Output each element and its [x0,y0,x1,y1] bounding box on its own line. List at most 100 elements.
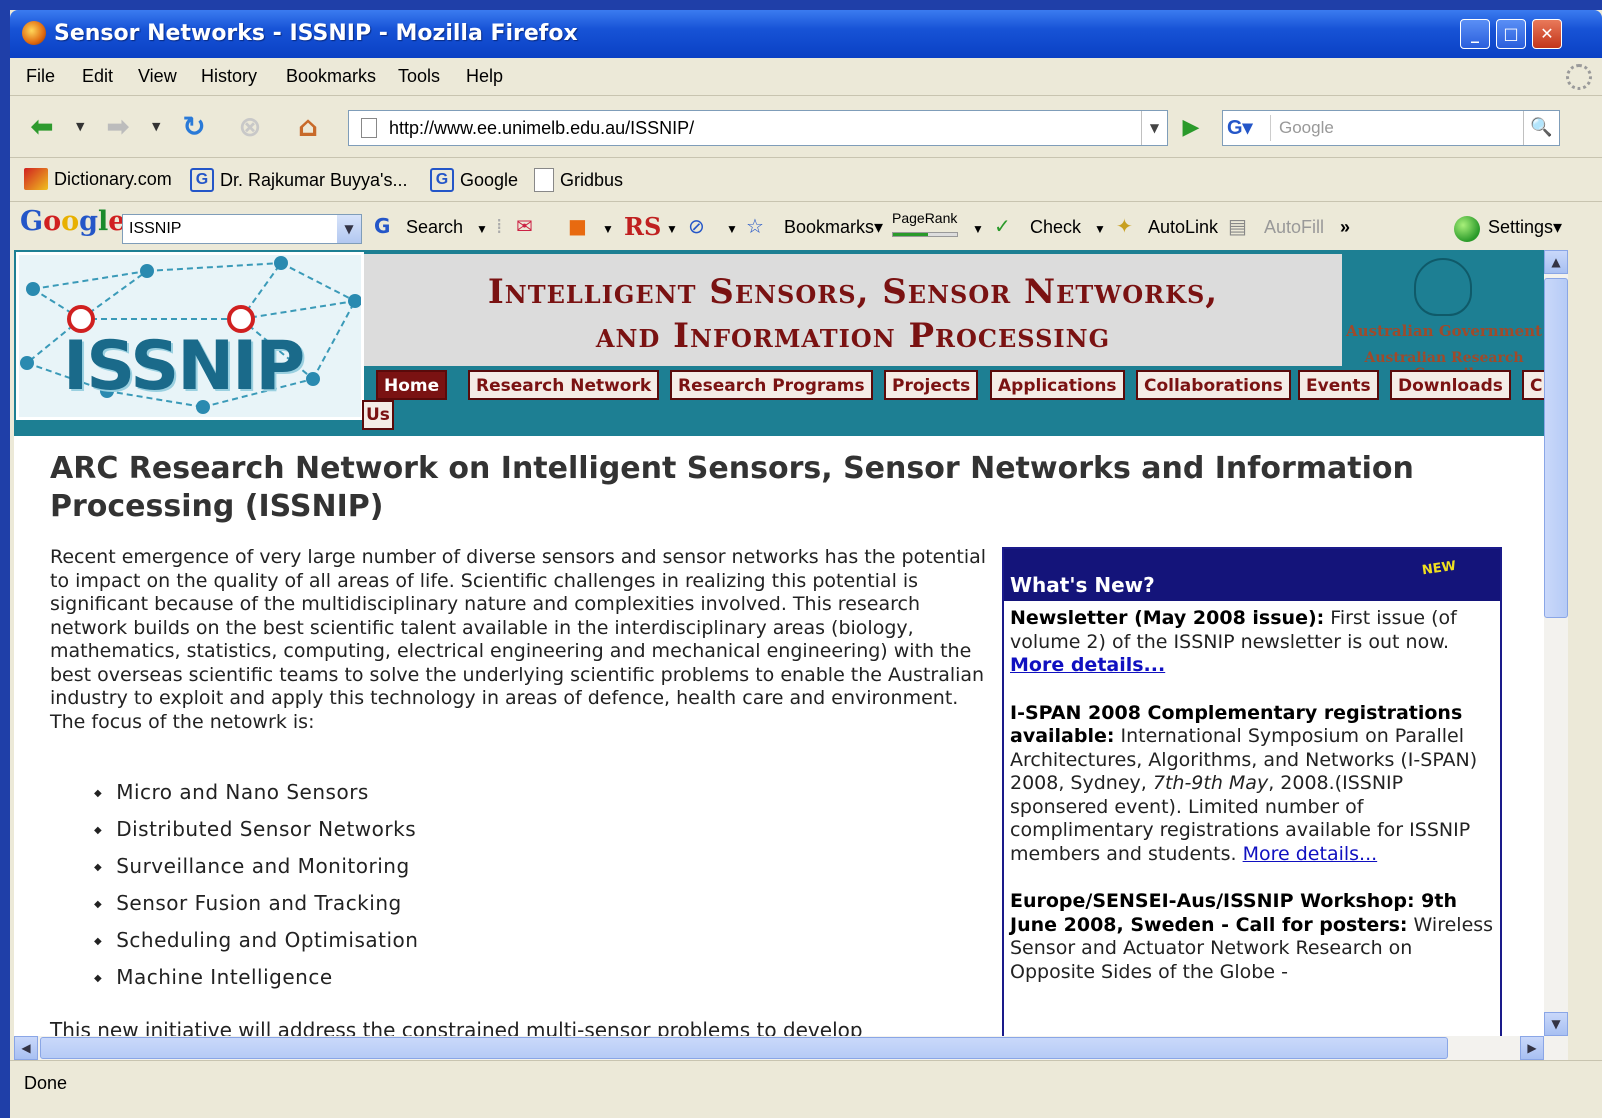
nav-applications[interactable]: Applications [990,370,1125,400]
rs-button[interactable]: RS [624,212,661,241]
issnip-logo[interactable]: ISSNIP [16,252,364,420]
link-icon[interactable]: ⊘ [688,214,705,238]
nav-projects[interactable]: Projects [884,370,979,400]
search-engine-selector-icon[interactable]: G▾ [1227,115,1271,141]
star-icon[interactable]: ☆ [746,214,764,238]
stop-icon[interactable]: ⊗ [230,107,270,147]
back-arrow-icon[interactable]: ⬅ [22,107,62,147]
news-item: Europe/SENSEI-Aus/ISSNIP Workshop: 9th J… [1010,890,1494,984]
news-item-heading: Newsletter (May 2008 issue): [1010,607,1325,629]
focus-list: Micro and Nano Sensors Distributed Senso… [94,780,794,1002]
go-button-icon[interactable]: ▶ [1176,112,1206,144]
whats-new-panel: What's New? NEW Newsletter (May 2008 iss… [1002,547,1502,1036]
bookmark-gridbus[interactable]: Gridbus [534,168,623,192]
more-details-link[interactable]: More details... [1243,843,1378,865]
menu-view[interactable]: View [138,66,177,87]
back-history-dropdown[interactable]: ▼ [76,120,84,133]
settings-button[interactable]: Settings▾ [1488,217,1562,238]
check-button[interactable]: Check [1030,217,1081,238]
toolbar-overflow-button[interactable]: » [1340,217,1350,238]
google-g-icon: G [374,214,391,238]
url-dropdown-icon[interactable]: ▼ [1141,111,1167,145]
list-item: Machine Intelligence [94,965,794,1002]
intro-paragraph: Recent emergence of very large number of… [50,546,987,733]
chevron-down-icon[interactable]: ▼ [337,215,361,243]
url-text: http://www.ee.unimelb.edu.au/ISSNIP/ [389,118,695,138]
nav-home[interactable]: Home [376,370,448,400]
minimize-button[interactable]: _ [1460,19,1490,49]
forward-history-dropdown[interactable]: ▼ [152,120,160,133]
scroll-right-icon[interactable]: ▶ [1520,1036,1544,1060]
whats-new-title: What's New? [1010,573,1155,597]
status-text: Done [24,1073,68,1093]
menu-file[interactable]: File [26,66,55,87]
pagerank-dropdown[interactable]: ▼ [972,222,984,236]
scroll-up-icon[interactable]: ▲ [1544,250,1568,274]
nav-research-programs[interactable]: Research Programs [670,370,873,400]
menu-bookmarks[interactable]: Bookmarks [286,66,376,87]
google-search-button[interactable]: Search [406,217,463,238]
firefox-icon [22,21,46,45]
menu-bar: File Edit View History Bookmarks Tools H… [10,58,1602,96]
horizontal-scrollbar[interactable]: ◀ ▶ [14,1036,1568,1060]
check-dropdown[interactable]: ▼ [1094,222,1106,236]
whats-new-header: What's New? NEW [1004,549,1500,601]
maximize-button[interactable]: □ [1496,19,1526,49]
bookmark-google[interactable]: G Google [430,168,518,192]
more-details-link[interactable]: More details... [1010,654,1165,676]
divider-handle-icon[interactable]: ⁞ [496,214,502,238]
magic-wand-icon[interactable]: ✦ [1116,214,1133,238]
status-green-icon [1454,216,1480,242]
pagerank-label[interactable]: PageRank [892,210,957,226]
menu-edit[interactable]: Edit [82,66,113,87]
news-icon[interactable]: ✉ [516,214,533,238]
search-bar[interactable]: G▾ Google 🔍 [1222,110,1560,146]
next-paragraph: This new initiative will address the con… [50,1018,863,1036]
scroll-left-icon[interactable]: ◀ [14,1036,38,1060]
close-button[interactable]: ✕ [1532,19,1562,49]
news-item-date: 7th-9th May [1152,772,1269,794]
nav-downloads[interactable]: Downloads [1390,370,1511,400]
search-icon[interactable]: 🔍 [1523,111,1559,145]
bookmark-dictionary[interactable]: Dictionary.com [24,168,172,190]
link-dropdown[interactable]: ▼ [726,222,738,236]
search-dropdown[interactable]: ▼ [476,222,488,236]
page-icon [534,168,554,192]
bookmark-buyya[interactable]: G Dr. Rajkumar Buyya's... [190,168,408,192]
rs-dropdown[interactable]: ▼ [666,222,678,236]
government-logo[interactable]: Australian Government Australian Researc… [1344,254,1544,382]
home-icon[interactable]: ⌂ [288,107,328,147]
status-bar: Done [10,1060,1602,1104]
new-badge: NEW [1421,558,1457,579]
menu-history[interactable]: History [201,66,257,87]
list-item: Sensor Fusion and Tracking [94,891,794,928]
forward-arrow-icon[interactable]: ➡ [98,107,138,147]
popup-dropdown[interactable]: ▼ [602,222,614,236]
google-toolbar-search-input[interactable]: ISSNIP ▼ [122,214,362,244]
spellcheck-icon[interactable]: ✓ [994,214,1011,238]
browser-window: Sensor Networks - ISSNIP - Mozilla Firef… [10,10,1602,1118]
nav-collaborations[interactable]: Collaborations [1136,370,1291,400]
vertical-scrollbar[interactable]: ▲ ▼ [1544,250,1568,1036]
banner-title-line1: Intelligent Sensors, Sensor Networks, [487,272,1219,312]
vertical-scroll-thumb[interactable] [1544,278,1568,618]
google-logo[interactable]: Google [20,206,125,237]
menu-tools[interactable]: Tools [398,66,440,87]
menu-help[interactable]: Help [466,66,503,87]
scroll-down-icon[interactable]: ▼ [1544,1012,1568,1036]
throbber-icon [1566,64,1592,90]
url-bar[interactable]: http://www.ee.unimelb.edu.au/ISSNIP/ ▼ [348,110,1168,146]
google-g-icon: G [190,168,214,192]
list-item: Scheduling and Optimisation [94,928,794,965]
nav-contact-partial[interactable]: C [1522,370,1544,400]
popup-blocker-icon[interactable]: ■ [568,214,587,238]
reload-icon[interactable]: ↻ [174,107,214,147]
navigation-toolbar: ⬅ ▼ ➡ ▼ ↻ ⊗ ⌂ http://www.ee.unimelb.edu.… [10,96,1602,158]
autolink-button[interactable]: AutoLink [1148,217,1218,238]
nav-events[interactable]: Events [1298,370,1379,400]
nav-research-network[interactable]: Research Network [468,370,660,400]
horizontal-scroll-thumb[interactable] [40,1037,1448,1059]
bookmark-label: Google [460,169,519,190]
google-bookmarks-button[interactable]: Bookmarks▾ [784,217,883,238]
nav-contact-overflow[interactable]: Us [362,400,394,430]
